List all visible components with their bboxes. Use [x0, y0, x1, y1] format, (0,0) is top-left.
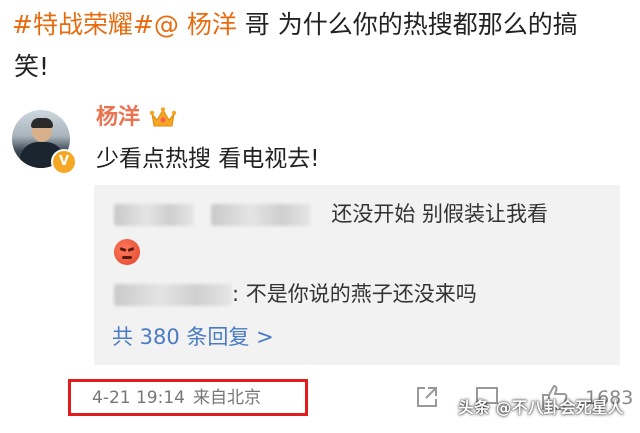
crown-icon: [149, 107, 177, 127]
more-replies-link[interactable]: 共 380 条回复 >: [112, 322, 274, 352]
verified-badge: V: [51, 149, 77, 175]
reply-author-name[interactable]: 杨洋: [96, 103, 140, 133]
reply-time: 4-21 19:14: [92, 388, 185, 408]
post-text-line2: 笑!: [14, 52, 50, 81]
sub-reply-1-text: 还没开始 别假装让我看: [331, 202, 549, 226]
post-text-line1: 哥 为什么你的热搜都那么的搞: [236, 10, 578, 39]
mention-link[interactable]: @ 杨洋: [154, 10, 237, 39]
post-text: #特战荣耀#@ 杨洋 哥 为什么你的热搜都那么的搞: [12, 6, 624, 44]
angry-emoji-icon: [114, 239, 140, 265]
reply-meta: 4-21 19:14 来自北京: [92, 386, 261, 410]
sub-replies-box: 还没开始 别假装让我看 : 不是你说的燕子还没来吗 共 380 条回复 >: [94, 185, 620, 365]
reply-source: 来自北京: [192, 388, 261, 408]
blurred-username-1: [114, 204, 194, 226]
sub-reply-2: : 不是你说的燕子还没来吗: [114, 279, 477, 309]
blurred-username-1b: [210, 204, 311, 226]
blurred-username-2: [114, 284, 232, 306]
reply-text: 少看点热搜 看电视去!: [96, 146, 320, 172]
share-icon[interactable]: [414, 384, 440, 410]
sub-reply-2-text: : 不是你说的燕子还没来吗: [232, 282, 477, 306]
watermark: 头条 @不八卦会死星人: [458, 398, 624, 417]
topic-link[interactable]: #特战荣耀#: [12, 10, 154, 39]
sub-reply-1: 还没开始 别假装让我看: [114, 199, 548, 229]
